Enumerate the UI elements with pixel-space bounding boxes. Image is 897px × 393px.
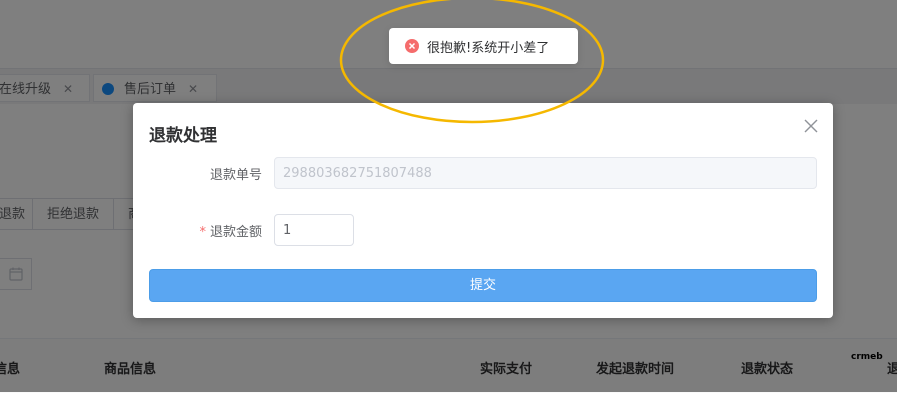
close-icon[interactable] (803, 118, 819, 134)
refund-number-field[interactable] (274, 157, 817, 189)
dialog-title: 退款处理 (149, 126, 217, 146)
refund-amount-field[interactable] (274, 214, 354, 246)
error-circle-icon (405, 39, 419, 53)
watermark-logo: crmeb (851, 352, 883, 362)
refund-dialog: 退款处理 退款单号 *退款金额 提交 (133, 103, 833, 318)
submit-button[interactable]: 提交 (149, 269, 817, 302)
label-text: 退款单号 (209, 168, 262, 183)
label-text: 退款金额 (209, 225, 262, 240)
refund-number-label: 退款单号 (133, 164, 262, 183)
toast-message: 很抱歉!系统开小差了 (427, 40, 550, 56)
refund-amount-label: * 退款金额 (133, 221, 262, 240)
error-toast: 很抱歉!系统开小差了 (389, 28, 578, 64)
required-asterisk: * (199, 225, 206, 240)
